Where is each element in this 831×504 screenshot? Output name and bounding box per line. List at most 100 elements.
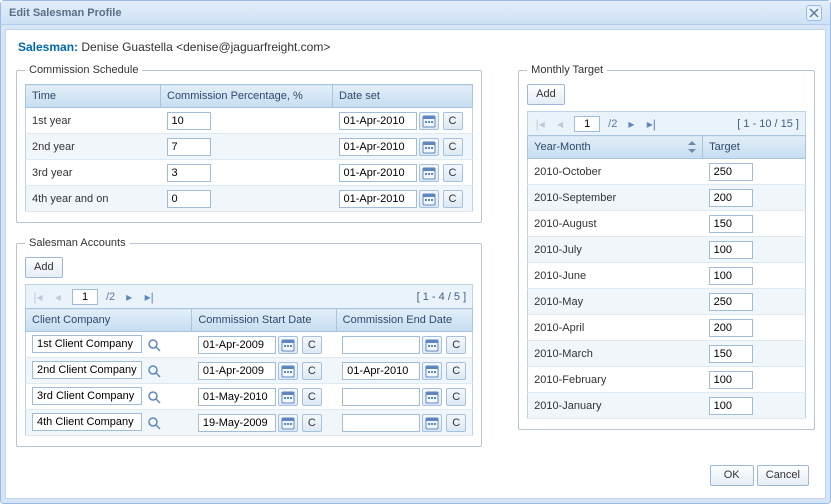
col-start[interactable]: Commission Start Date [192, 309, 336, 332]
account-start-0-clear-button[interactable]: C [302, 336, 322, 354]
account-end-2-calendar-icon[interactable] [422, 388, 442, 406]
targets-first-page[interactable]: |◂ [534, 117, 546, 131]
targets-page-input[interactable] [574, 116, 600, 132]
account-end-0-calendar-icon[interactable] [422, 336, 442, 354]
col-company[interactable]: Client Company [26, 309, 192, 332]
commission-date-0-clear-button[interactable]: C [443, 112, 463, 130]
target-value-input[interactable] [709, 397, 753, 415]
account-start-1-clear-button[interactable]: C [302, 362, 322, 380]
ok-button[interactable]: OK [710, 465, 754, 486]
accounts-next-page[interactable]: ▸ [123, 290, 135, 304]
account-start-1-calendar-icon[interactable] [278, 362, 298, 380]
titlebar: Edit Salesman Profile [1, 1, 830, 25]
targets-next-page[interactable]: ▸ [625, 117, 637, 131]
account-end-0-clear-button[interactable]: C [446, 336, 466, 354]
accounts-page-input[interactable] [72, 289, 98, 305]
commission-date-1-input[interactable] [339, 138, 417, 156]
account-end-3-input[interactable] [342, 414, 420, 432]
commission-pct-input[interactable] [167, 112, 211, 130]
account-company-input[interactable] [32, 387, 142, 405]
account-lookup-icon[interactable] [145, 336, 163, 354]
target-ym: 2010-October [528, 159, 703, 185]
account-start-3-clear-button[interactable]: C [302, 414, 322, 432]
target-row: 2010-June [528, 263, 806, 289]
targets-add-button[interactable]: Add [527, 84, 565, 105]
account-end-2-clear-button[interactable]: C [446, 388, 466, 406]
accounts-last-page[interactable]: ▸| [143, 290, 155, 304]
target-value-input[interactable] [709, 163, 753, 181]
salesman-accounts-legend: Salesman Accounts [25, 237, 130, 249]
close-button[interactable] [806, 5, 822, 21]
cancel-button[interactable]: Cancel [757, 465, 809, 486]
commission-date-3-clear-button[interactable]: C [443, 190, 463, 208]
account-lookup-icon[interactable] [145, 414, 163, 432]
salesman-label: Salesman: [18, 40, 78, 54]
commission-date-1-calendar-icon[interactable] [419, 138, 439, 156]
target-value-input[interactable] [709, 371, 753, 389]
col-end[interactable]: Commission End Date [336, 309, 473, 332]
account-lookup-icon[interactable] [145, 362, 163, 380]
accounts-add-button[interactable]: Add [25, 257, 63, 278]
account-end-1-clear-button[interactable]: C [446, 362, 466, 380]
account-end-1-input[interactable] [342, 362, 420, 380]
target-value-input[interactable] [709, 293, 753, 311]
target-ym: 2010-January [528, 393, 703, 419]
target-value-input[interactable] [709, 241, 753, 259]
account-start-1-input[interactable] [198, 362, 276, 380]
commission-pct-input[interactable] [167, 138, 211, 156]
account-start-0-calendar-icon[interactable] [278, 336, 298, 354]
account-end-3-calendar-icon[interactable] [422, 414, 442, 432]
commission-date-1-clear-button[interactable]: C [443, 138, 463, 156]
accounts-first-page[interactable]: |◂ [32, 290, 44, 304]
window-title: Edit Salesman Profile [9, 7, 121, 19]
account-company-input[interactable] [32, 413, 142, 431]
col-date[interactable]: Date set [333, 85, 473, 108]
account-end-1-calendar-icon[interactable] [422, 362, 442, 380]
account-start-3-calendar-icon[interactable] [278, 414, 298, 432]
targets-last-page[interactable]: ▸| [645, 117, 657, 131]
targets-table: Year-Month Target 2010-October 2010-Sept… [527, 135, 806, 419]
account-start-2-clear-button[interactable]: C [302, 388, 322, 406]
col-time[interactable]: Time [26, 85, 161, 108]
col-pct[interactable]: Commission Percentage, % [161, 85, 333, 108]
account-start-3-input[interactable] [198, 414, 276, 432]
commission-date-2-clear-button[interactable]: C [443, 164, 463, 182]
target-value-input[interactable] [709, 319, 753, 337]
account-row: C C [26, 384, 473, 410]
target-value-input[interactable] [709, 345, 753, 363]
dialog-body: Salesman: Denise Guastella <denise@jagua… [5, 29, 826, 499]
account-start-2-input[interactable] [198, 388, 276, 406]
commission-pct-input[interactable] [167, 164, 211, 182]
account-company-input[interactable] [32, 361, 142, 379]
commission-row: 2nd year C [26, 134, 473, 160]
account-row: C C [26, 410, 473, 436]
account-start-2-calendar-icon[interactable] [278, 388, 298, 406]
col-ym[interactable]: Year-Month [528, 136, 703, 159]
commission-date-2-calendar-icon[interactable] [419, 164, 439, 182]
col-target[interactable]: Target [703, 136, 806, 159]
target-value-input[interactable] [709, 267, 753, 285]
commission-date-3-calendar-icon[interactable] [419, 190, 439, 208]
accounts-range: [ 1 - 4 / 5 ] [417, 291, 467, 303]
target-ym: 2010-August [528, 211, 703, 237]
accounts-page-of: /2 [106, 291, 115, 303]
salesman-line: Salesman: Denise Guastella <denise@jagua… [18, 40, 815, 54]
commission-date-3-input[interactable] [339, 190, 417, 208]
commission-date-0-calendar-icon[interactable] [419, 112, 439, 130]
commission-row: 3rd year C [26, 160, 473, 186]
commission-date-2-input[interactable] [339, 164, 417, 182]
target-value-input[interactable] [709, 189, 753, 207]
commission-pct-input[interactable] [167, 190, 211, 208]
account-end-0-input[interactable] [342, 336, 420, 354]
account-lookup-icon[interactable] [145, 388, 163, 406]
accounts-prev-page[interactable]: ◂ [52, 290, 64, 304]
account-start-0-input[interactable] [198, 336, 276, 354]
sort-icon[interactable] [688, 141, 696, 153]
commission-date-0-input[interactable] [339, 112, 417, 130]
account-end-2-input[interactable] [342, 388, 420, 406]
target-value-input[interactable] [709, 215, 753, 233]
targets-prev-page[interactable]: ◂ [554, 117, 566, 131]
account-end-3-clear-button[interactable]: C [446, 414, 466, 432]
account-row: C C [26, 358, 473, 384]
account-company-input[interactable] [32, 335, 142, 353]
